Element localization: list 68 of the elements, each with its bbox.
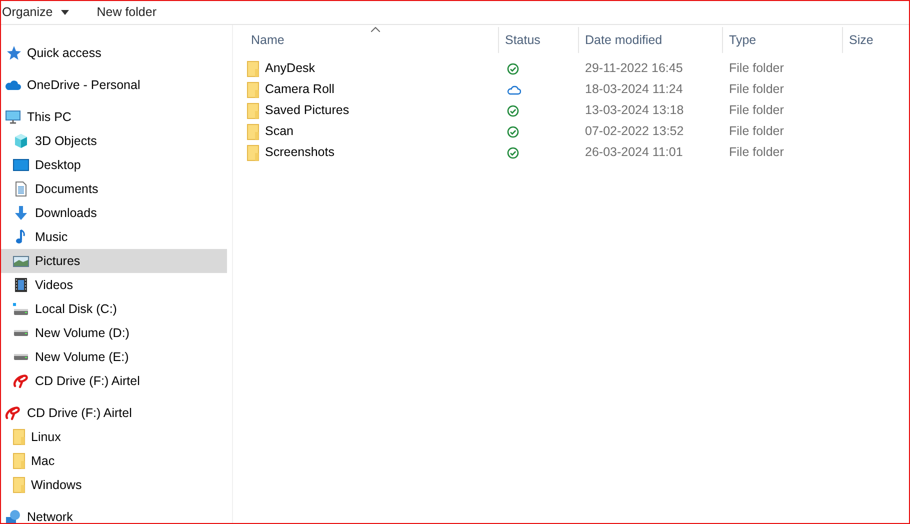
type-cell: File folder [729,82,784,96]
file-row[interactable]: AnyDesk 29-11-2022 16:45 File folder [245,58,909,79]
type-cell: File folder [729,103,784,118]
folder-icon [247,124,259,140]
folder-icon [13,453,25,469]
folder-icon [247,144,259,160]
sidebar-item[interactable]: New Volume (D:) [1,321,227,345]
network-icon [5,509,21,523]
film-icon [13,277,29,293]
sidebar-item[interactable]: New Volume (E:) [1,345,227,369]
drive-icon [13,301,29,317]
sidebar-item[interactable]: This PC [1,105,227,129]
monitor-icon [5,109,21,125]
sidebar-item[interactable]: Pictures [1,249,227,273]
file-row[interactable]: Scan 07-02-2022 13:52 File folder [245,121,909,142]
file-name: AnyDesk [265,60,316,78]
star-icon [5,45,21,61]
swirl-icon [5,405,21,421]
sidebar-item[interactable]: Linux [1,425,227,449]
file-row[interactable]: Screenshots 26-03-2024 11:01 File folder [245,142,909,163]
column-header[interactable]: Date modified [579,27,723,53]
file-name: Screenshots [265,144,334,162]
folder-icon [13,429,25,445]
swirl-icon [13,373,29,389]
sidebar-item[interactable]: Downloads [1,201,227,225]
folder-icon [247,82,259,98]
desktop-icon [13,157,29,173]
date-cell: 29-11-2022 16:45 [585,61,683,76]
file-name: Scan [265,123,294,140]
sidebar-item[interactable]: Videos [1,273,227,297]
drive-icon [14,330,28,336]
sidebar-item[interactable]: Mac [1,449,227,473]
column-header[interactable]: Name [245,27,499,53]
picture-icon [13,253,29,269]
date-cell: 18-03-2024 11:24 [585,82,683,96]
drive-icon [14,354,28,360]
sidebar-item[interactable]: CD Drive (F:) Airtel [1,401,227,425]
toolbar-button[interactable]: Organize [2,3,69,22]
folder-icon [13,477,25,493]
folder-icon [247,102,259,118]
sidebar-item[interactable]: 3D Objects [1,129,227,153]
column-header[interactable]: Size [843,27,903,53]
type-cell: File folder [729,145,784,160]
type-cell: File folder [729,61,784,76]
cube-icon [13,133,29,149]
sidebar-item[interactable]: Windows [1,473,227,497]
sidebar-item[interactable]: CD Drive (F:) Airtel [1,369,227,393]
document-icon [13,181,29,197]
file-name: Saved Pictures [265,102,350,120]
sidebar-item[interactable]: Local Disk (C:) [1,297,227,321]
file-name: Camera Roll [265,81,334,98]
file-row[interactable]: Camera Roll 18-03-2024 11:24 File folder [245,79,909,100]
folder-icon [247,60,259,76]
sidebar-item[interactable]: Desktop [1,153,227,177]
sidebar-item[interactable]: OneDrive - Personal [1,73,227,97]
column-header[interactable]: Status [499,27,579,53]
sidebar-item[interactable]: Documents [1,177,227,201]
sidebar-item[interactable]: Music [1,225,227,249]
column-header[interactable]: Type [723,27,843,53]
sidebar-item[interactable]: Network [1,505,227,523]
date-cell: 26-03-2024 11:01 [585,145,683,160]
file-row[interactable]: Saved Pictures 13-03-2024 13:18 File folder [245,100,909,121]
date-cell: 13-03-2024 13:18 [585,103,684,118]
type-cell: File folder [729,124,784,138]
sidebar-item[interactable]: Quick access [1,41,227,65]
down-arrow-icon [13,205,29,221]
date-cell: 07-02-2022 13:52 [585,124,684,138]
toolbar-button[interactable]: New folder [96,3,156,22]
